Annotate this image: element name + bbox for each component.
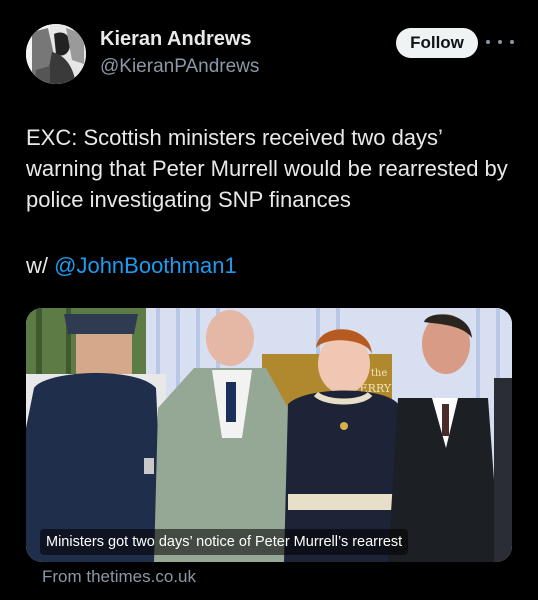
mention-link[interactable]: @JohnBoothman1	[54, 253, 237, 278]
tweet-body: EXC: Scottish ministers received two day…	[26, 125, 508, 212]
author-display-name[interactable]: Kieran Andrews	[100, 28, 252, 51]
avatar-photo	[26, 24, 86, 84]
media-caption: Ministers got two days’ notice of Peter …	[40, 529, 409, 555]
author-handle[interactable]: @KieranPAndrews	[100, 56, 259, 78]
tweet-text: EXC: Scottish ministers received two day…	[26, 122, 516, 215]
media-photo: of the FERRY	[26, 308, 512, 562]
tweet: Kieran Andrews @KieranPAndrews Follow EX…	[0, 0, 538, 600]
follow-button[interactable]: Follow	[396, 28, 478, 58]
avatar[interactable]	[26, 24, 86, 84]
mention-prefix: w/	[26, 253, 48, 278]
tweet-mention-line: w/ @JohnBoothman1	[26, 250, 237, 281]
link-source[interactable]: From thetimes.co.uk	[42, 567, 196, 587]
media-card[interactable]: of the FERRY	[26, 308, 512, 562]
more-horizontal-icon[interactable]	[486, 34, 514, 50]
